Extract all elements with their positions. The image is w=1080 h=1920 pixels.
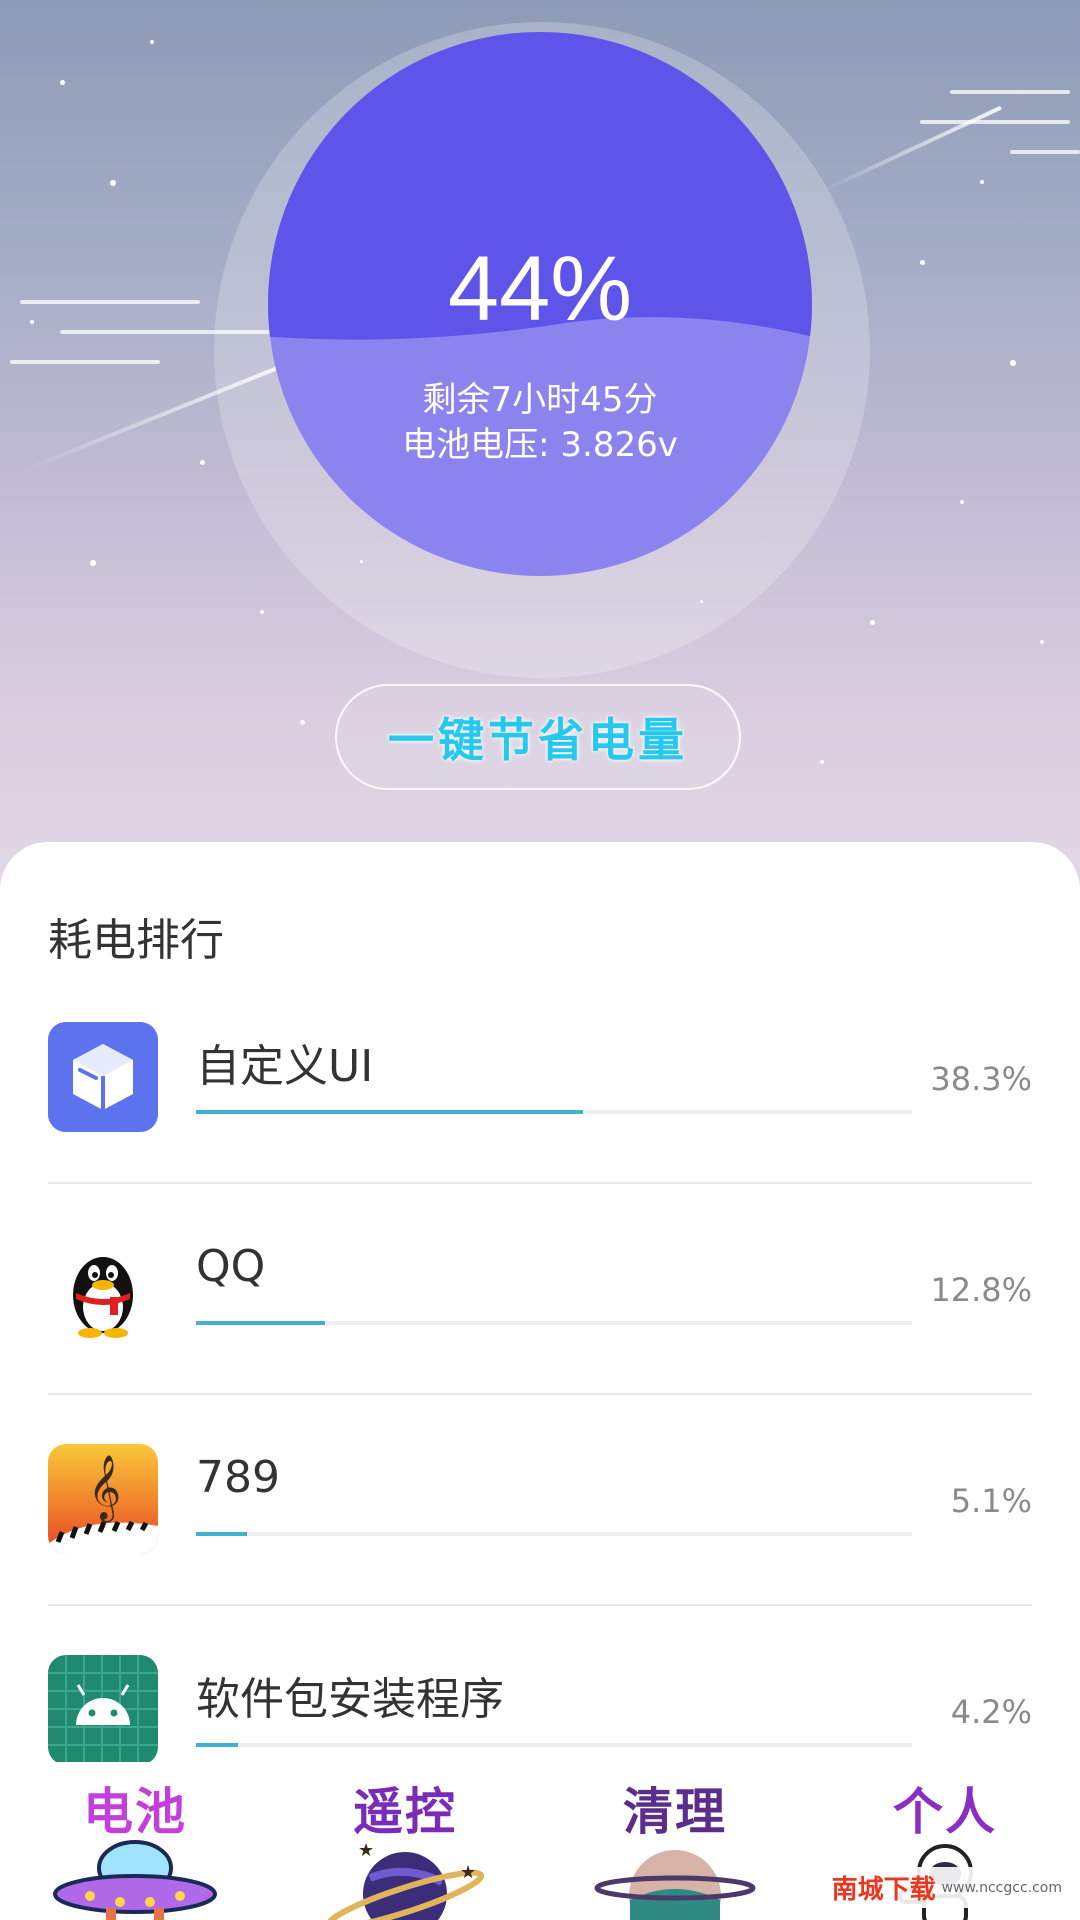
usage-value: 5.1% xyxy=(950,1482,1032,1520)
usage-track xyxy=(196,1321,912,1325)
nav-label: 遥控 xyxy=(353,1783,457,1841)
usage-track xyxy=(196,1743,912,1747)
divider xyxy=(48,1182,1032,1184)
planet-icon xyxy=(594,1850,756,1920)
list-item[interactable]: 𝄞 789 5.1% xyxy=(48,1444,1032,1654)
usage-track xyxy=(196,1532,912,1536)
battery-level-circle: 44% 剩余7小时45分 电池电压: 3.826v xyxy=(268,32,812,576)
list-item[interactable]: QQ 12.8% xyxy=(48,1233,1032,1443)
nav-tab-profile[interactable]: 个人 南城下载 www.nccgcc.com xyxy=(810,1762,1080,1920)
svg-text:★: ★ xyxy=(460,1862,476,1883)
music-piano-app-icon: 𝄞 xyxy=(48,1444,158,1554)
battery-percentage: 44% xyxy=(447,238,633,340)
usage-value: 4.2% xyxy=(950,1693,1032,1731)
watermark-text: 南城下载 xyxy=(831,1875,936,1905)
watermark-url: www.nccgcc.com xyxy=(941,1879,1062,1896)
nav-tab-battery[interactable]: 电池 xyxy=(0,1762,270,1920)
nav-label: 清理 xyxy=(623,1783,727,1841)
nav-label: 个人 xyxy=(893,1783,997,1841)
svg-text:★: ★ xyxy=(358,1840,374,1861)
usage-value: 12.8% xyxy=(930,1271,1032,1309)
ranking-title: 耗电排行 xyxy=(48,915,224,966)
watermark-logo: 南城下载 www.nccgcc.com xyxy=(825,1867,1068,1908)
app-name: QQ xyxy=(196,1241,266,1292)
app-name: 自定义UI xyxy=(196,1041,374,1092)
divider xyxy=(48,1393,1032,1395)
usage-bar xyxy=(196,1321,326,1325)
divider xyxy=(48,1604,1032,1606)
nav-label: 电池 xyxy=(83,1783,187,1841)
save-power-button[interactable]: 一键节省电量 xyxy=(335,684,741,790)
battery-voltage: 电池电压: 3.826v xyxy=(402,425,678,465)
usage-bar xyxy=(196,1743,239,1747)
usage-value: 38.3% xyxy=(930,1060,1032,1098)
usage-bar xyxy=(196,1110,583,1114)
bottom-nav: 电池 遥控 ★ ★ 清理 个人 南城下载 www.nccgcc.com xyxy=(0,1762,1080,1920)
app-name: 软件包安装程序 xyxy=(196,1674,504,1725)
app-name: 789 xyxy=(196,1452,280,1503)
ufo-icon xyxy=(53,1840,217,1920)
remaining-time: 剩余7小时45分 xyxy=(422,380,658,420)
qq-penguin-icon xyxy=(48,1233,158,1343)
starry-header-background: 44% 剩余7小时45分 电池电压: 3.826v 一键节省电量 xyxy=(0,0,1080,900)
planet-rings-icon: ★ ★ xyxy=(325,1840,485,1920)
nav-tab-clean[interactable]: 清理 xyxy=(540,1762,810,1920)
nav-tab-remote[interactable]: 遥控 ★ ★ xyxy=(270,1762,540,1920)
power-ranking-card: 耗电排行 自定义UI 38.3% QQ 12.8% 𝄞 789 5.1% 软件包… xyxy=(0,842,1080,1765)
list-item[interactable]: 自定义UI 38.3% xyxy=(48,1022,1032,1232)
android-installer-icon xyxy=(48,1655,158,1765)
usage-bar xyxy=(196,1532,248,1536)
box-app-icon xyxy=(48,1022,158,1132)
svg-text:𝄞: 𝄞 xyxy=(88,1455,121,1522)
usage-track xyxy=(196,1110,912,1114)
